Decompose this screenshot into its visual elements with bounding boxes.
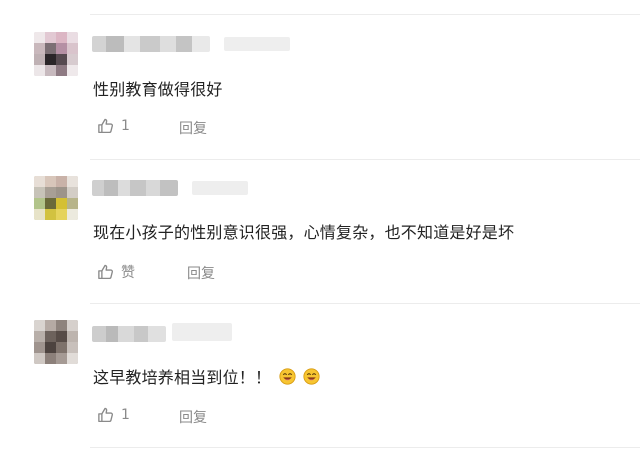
like-count: 1 [121, 407, 130, 423]
like-button[interactable]: 赞 [97, 262, 135, 282]
divider [90, 303, 640, 304]
divider [90, 159, 640, 160]
divider-bottom [90, 447, 640, 448]
divider-top [90, 14, 640, 15]
timestamp-blurred [224, 37, 290, 51]
comment-text-body: 这早教培养相当到位！！ [93, 368, 272, 387]
reply-button[interactable]: 回复 [179, 407, 207, 427]
avatar[interactable] [34, 32, 78, 76]
username-blurred[interactable] [92, 326, 166, 342]
like-count: 1 [121, 118, 130, 134]
like-label: 赞 [121, 265, 135, 281]
thumbs-up-icon [98, 118, 114, 134]
timestamp-blurred [192, 181, 248, 195]
reply-button[interactable]: 回复 [179, 118, 207, 138]
avatar[interactable] [34, 176, 78, 220]
like-button[interactable]: 1 [97, 406, 130, 424]
username-blurred[interactable] [92, 180, 178, 196]
like-button[interactable]: 1 [97, 117, 130, 135]
laugh-emoji-icon [278, 368, 296, 385]
avatar[interactable] [34, 320, 78, 364]
thumbs-up-icon [98, 264, 114, 280]
timestamp-blurred [172, 323, 232, 341]
username-blurred[interactable] [92, 36, 210, 52]
reply-button[interactable]: 回复 [187, 263, 215, 283]
thumbs-up-icon [98, 407, 114, 423]
comment-text: 这早教培养相当到位！！ [93, 364, 320, 388]
comment-text: 性别教育做得很好 [93, 80, 223, 99]
laugh-emoji-icon [303, 368, 320, 385]
comment-text: 现在小孩子的性别意识很强，心情复杂，也不知道是好是坏 [93, 223, 515, 242]
